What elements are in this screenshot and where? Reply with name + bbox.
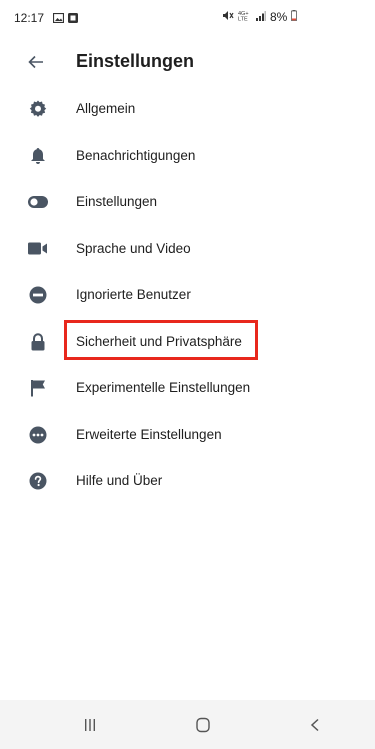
back-icon xyxy=(310,718,319,732)
block-icon xyxy=(28,285,48,305)
menu-item-label: Benachrichtigungen xyxy=(76,147,196,163)
menu-item-label: Sicherheit und Privatsphäre xyxy=(76,333,242,349)
menu-item-label: Ignorierte Benutzer xyxy=(76,287,191,302)
screen: 12:17 4G+ LTE 8% Einstellungen Allgemein… xyxy=(0,0,375,749)
lock-icon xyxy=(28,332,48,352)
home-button[interactable] xyxy=(188,714,218,736)
settings-menu: Allgemein Benachrichtigungen Einstellung… xyxy=(0,86,375,505)
menu-item-label: Erweiterte Einstellungen xyxy=(76,426,222,442)
notification-icon xyxy=(68,12,78,26)
more-horizontal-icon xyxy=(28,425,48,445)
4g-lte-icon: 4G+ LTE xyxy=(238,10,252,24)
page-title: Einstellungen xyxy=(76,51,195,71)
status-bar: 12:17 4G+ LTE 8% xyxy=(0,0,375,36)
arrow-back-icon xyxy=(28,55,43,69)
battery-text: 8% xyxy=(270,10,288,24)
help-icon xyxy=(28,471,48,491)
svg-text:LTE: LTE xyxy=(238,17,248,22)
menu-item-hilfe-und-ueber[interactable]: Hilfe und Über xyxy=(0,458,375,505)
gallery-icon xyxy=(52,12,65,26)
back-button[interactable] xyxy=(22,50,50,74)
navigation-bar xyxy=(0,700,375,749)
menu-item-label: Einstellungen xyxy=(76,194,158,209)
menu-item-experimentelle-einstellungen[interactable]: Experimentelle Einstellungen xyxy=(0,365,375,412)
status-time: 12:17 xyxy=(14,11,45,25)
status-left-icons xyxy=(52,12,78,26)
battery-icon xyxy=(291,10,298,24)
menu-item-einstellungen[interactable]: Einstellungen xyxy=(0,179,375,226)
status-right: 4G+ LTE 8% xyxy=(222,10,298,24)
recents-icon xyxy=(85,719,95,731)
app-bar: Einstellungen xyxy=(0,40,375,84)
signal-icon xyxy=(256,10,266,24)
gear-icon xyxy=(28,99,48,119)
menu-item-label: Experimentelle Einstellungen xyxy=(76,380,251,395)
menu-item-allgemein[interactable]: Allgemein xyxy=(0,86,375,133)
menu-item-benachrichtigungen[interactable]: Benachrichtigungen xyxy=(0,133,375,180)
menu-item-ignorierte-benutzer[interactable]: Ignorierte Benutzer xyxy=(0,272,375,319)
menu-item-label: Sprache und Video xyxy=(76,240,191,256)
menu-item-erweiterte-einstellungen[interactable]: Erweiterte Einstellungen xyxy=(0,412,375,459)
video-camera-icon xyxy=(28,239,48,259)
mute-icon xyxy=(222,10,234,24)
menu-item-label: Allgemein xyxy=(76,101,136,116)
home-icon xyxy=(196,717,210,733)
recents-button[interactable] xyxy=(75,714,105,736)
menu-item-label: Hilfe und Über xyxy=(76,473,163,488)
nav-back-button[interactable] xyxy=(300,714,330,736)
menu-item-sprache-und-video[interactable]: Sprache und Video xyxy=(0,226,375,273)
flag-icon xyxy=(28,378,48,398)
bell-icon xyxy=(28,146,48,166)
menu-item-sicherheit-und-privatsphaere[interactable]: Sicherheit und Privatsphäre xyxy=(0,319,375,366)
toggle-icon xyxy=(28,192,48,212)
